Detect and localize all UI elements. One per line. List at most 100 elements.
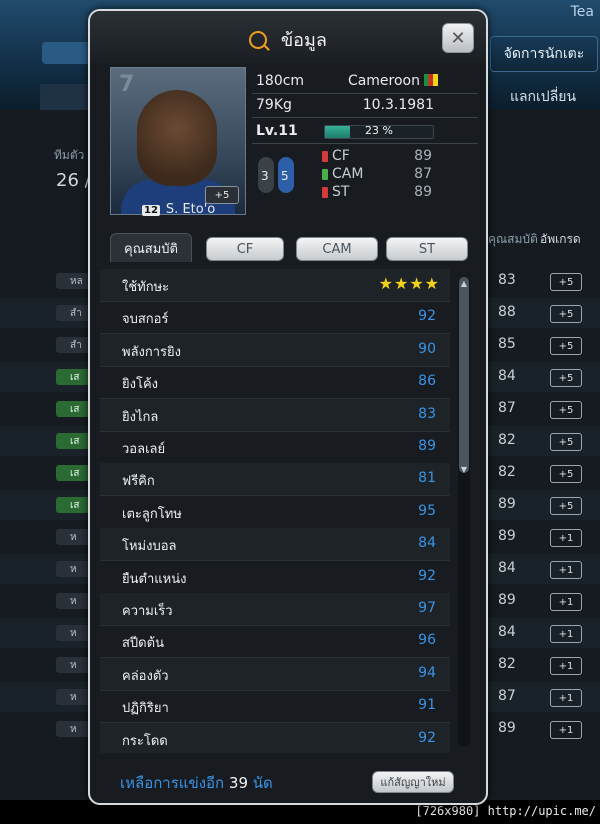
position-row: ST 89 (322, 184, 432, 201)
tab-st[interactable]: ST (386, 237, 468, 261)
attribute-row: ปฏิกิริยา 91 (100, 690, 450, 724)
tab-attributes[interactable]: คุณสมบัติ (110, 233, 192, 262)
upgrade-button[interactable]: +5 (550, 497, 582, 515)
player-info-dialog: ข้อมูล ✕ 7 +5 12 S. Eto'o 180cm Cameroon … (88, 9, 488, 805)
dialog-title: ข้อมูล (90, 25, 486, 54)
row-value: 89 (498, 496, 516, 512)
upgrade-button[interactable]: +1 (550, 721, 582, 739)
upgrade-button[interactable]: +1 (550, 657, 582, 675)
attribute-label: คล่องตัว (122, 668, 169, 684)
attribute-label: ปฏิกิริยา (122, 701, 169, 717)
position-row: CF 89 (322, 148, 432, 165)
attribute-row: คล่องตัว 94 (100, 657, 450, 691)
row-value: 82 (498, 656, 516, 672)
contract-prefix: เหลือการแข่งอีก (120, 774, 225, 792)
row-value: 84 (498, 624, 516, 640)
player-face (137, 90, 217, 186)
attribute-label: พลังการยิง (122, 344, 182, 360)
row-status-pill: ห (56, 561, 90, 577)
info-divider (252, 93, 478, 94)
attribute-value: 86 (418, 373, 436, 390)
attribute-label: วอลเลย์ (122, 442, 166, 457)
upgrade-button[interactable]: +1 (550, 625, 582, 643)
tab-manage-players[interactable]: จัดการนักเตะ (490, 36, 598, 72)
player-photo: 7 +5 (110, 67, 246, 215)
attribute-label: ฟรีคิก (122, 474, 155, 490)
row-value: 89 (498, 528, 516, 544)
row-value: 83 (498, 272, 516, 288)
attribute-value: 90 (418, 340, 436, 357)
info-divider (252, 143, 478, 144)
attribute-label: ใช้ทักษะ (122, 280, 170, 295)
position-rating: 89 (414, 148, 432, 164)
row-status-pill: เส (56, 433, 90, 449)
team-label: ทีมตัว (54, 148, 85, 162)
attribute-label: ยิงไกล (122, 409, 159, 425)
skill-stars-icon: ★★★★ (378, 274, 440, 293)
attribute-value: 95 (418, 502, 436, 519)
attribute-label: เตะลูกโทษ (122, 506, 182, 522)
attribute-row: กระโดด 92 (100, 722, 450, 753)
row-value: 89 (498, 592, 516, 608)
row-value: 85 (498, 336, 516, 352)
attribute-row: พลังการยิง 90 (100, 333, 450, 367)
row-status-pill: ห (56, 625, 90, 641)
row-status-pill: ห (56, 721, 90, 737)
close-button[interactable]: ✕ (442, 23, 474, 53)
attribute-row: วอลเลย์ 89 (100, 431, 450, 464)
right-foot-value: 5 (281, 169, 289, 183)
attribute-label: ยิงโค้ง (122, 377, 158, 393)
player-birthdate: 10.3.1981 (362, 97, 434, 113)
scroll-down-icon: ▼ (460, 465, 468, 474)
row-status-pill: เส (56, 401, 90, 417)
background-left-tab-2 (40, 84, 88, 110)
attribute-value: 92 (418, 567, 436, 584)
upgrade-button[interactable]: +1 (550, 689, 582, 707)
upgrade-button[interactable]: +5 (550, 433, 582, 451)
upgrade-button[interactable]: +1 (550, 593, 582, 611)
column-header-upgrade[interactable]: อัพเกรด (540, 230, 581, 249)
player-count: 26 / (56, 170, 91, 191)
upgrade-button[interactable]: +5 (550, 369, 582, 387)
attribute-row: ใช้ทักษะ ★★★★ (100, 269, 450, 302)
attribute-tabs: คุณสมบัติ CF CAM ST (110, 233, 470, 263)
row-status-pill: เส (56, 465, 90, 481)
row-value: 88 (498, 304, 516, 320)
player-name-line: 12 S. Eto'o (142, 202, 215, 217)
dialog-title-text: ข้อมูล (280, 30, 327, 51)
attribute-value: 83 (418, 405, 436, 422)
scrollbar-thumb[interactable] (459, 277, 469, 473)
attribute-label: จบสกอร์ (122, 312, 169, 328)
tab-cam[interactable]: CAM (296, 237, 378, 261)
attribute-value: 94 (418, 664, 436, 681)
row-value: 87 (498, 400, 516, 416)
upgrade-button[interactable]: +5 (550, 273, 582, 291)
row-status-pill: ห (56, 529, 90, 545)
attribute-row: ฟรีคิก 81 (100, 463, 450, 497)
renew-contract-button[interactable]: แก้สัญญาใหม่ (372, 771, 454, 793)
left-foot-value: 3 (261, 169, 269, 183)
upgrade-button[interactable]: +1 (550, 561, 582, 579)
upgrade-button[interactable]: +5 (550, 305, 582, 323)
row-status-pill: เส (56, 369, 90, 385)
row-value: 87 (498, 688, 516, 704)
row-value: 84 (498, 560, 516, 576)
attribute-row: ยืนตำแหน่ง 92 (100, 561, 450, 594)
upgrade-button[interactable]: +5 (550, 465, 582, 483)
attribute-value: 91 (418, 697, 436, 714)
tab-cf[interactable]: CF (206, 237, 284, 261)
attribute-scrollbar[interactable]: ▲ ▼ (458, 277, 470, 747)
attribute-row: ยิงไกล 83 (100, 398, 450, 432)
row-value: 82 (498, 464, 516, 480)
row-value: 84 (498, 368, 516, 384)
upgrade-button[interactable]: +5 (550, 401, 582, 419)
attribute-value: 92 (418, 729, 436, 746)
attribute-label: สปีดต้น (122, 636, 164, 652)
squad-number: 12 (142, 205, 160, 216)
upgrade-button[interactable]: +1 (550, 529, 582, 547)
row-status-pill: เส (56, 497, 90, 513)
tab-trade[interactable]: แลกเปลี่ยน (490, 78, 596, 116)
player-name: S. Eto'o (165, 202, 216, 217)
attribute-label: กระโดด (122, 733, 168, 749)
upgrade-button[interactable]: +5 (550, 337, 582, 355)
